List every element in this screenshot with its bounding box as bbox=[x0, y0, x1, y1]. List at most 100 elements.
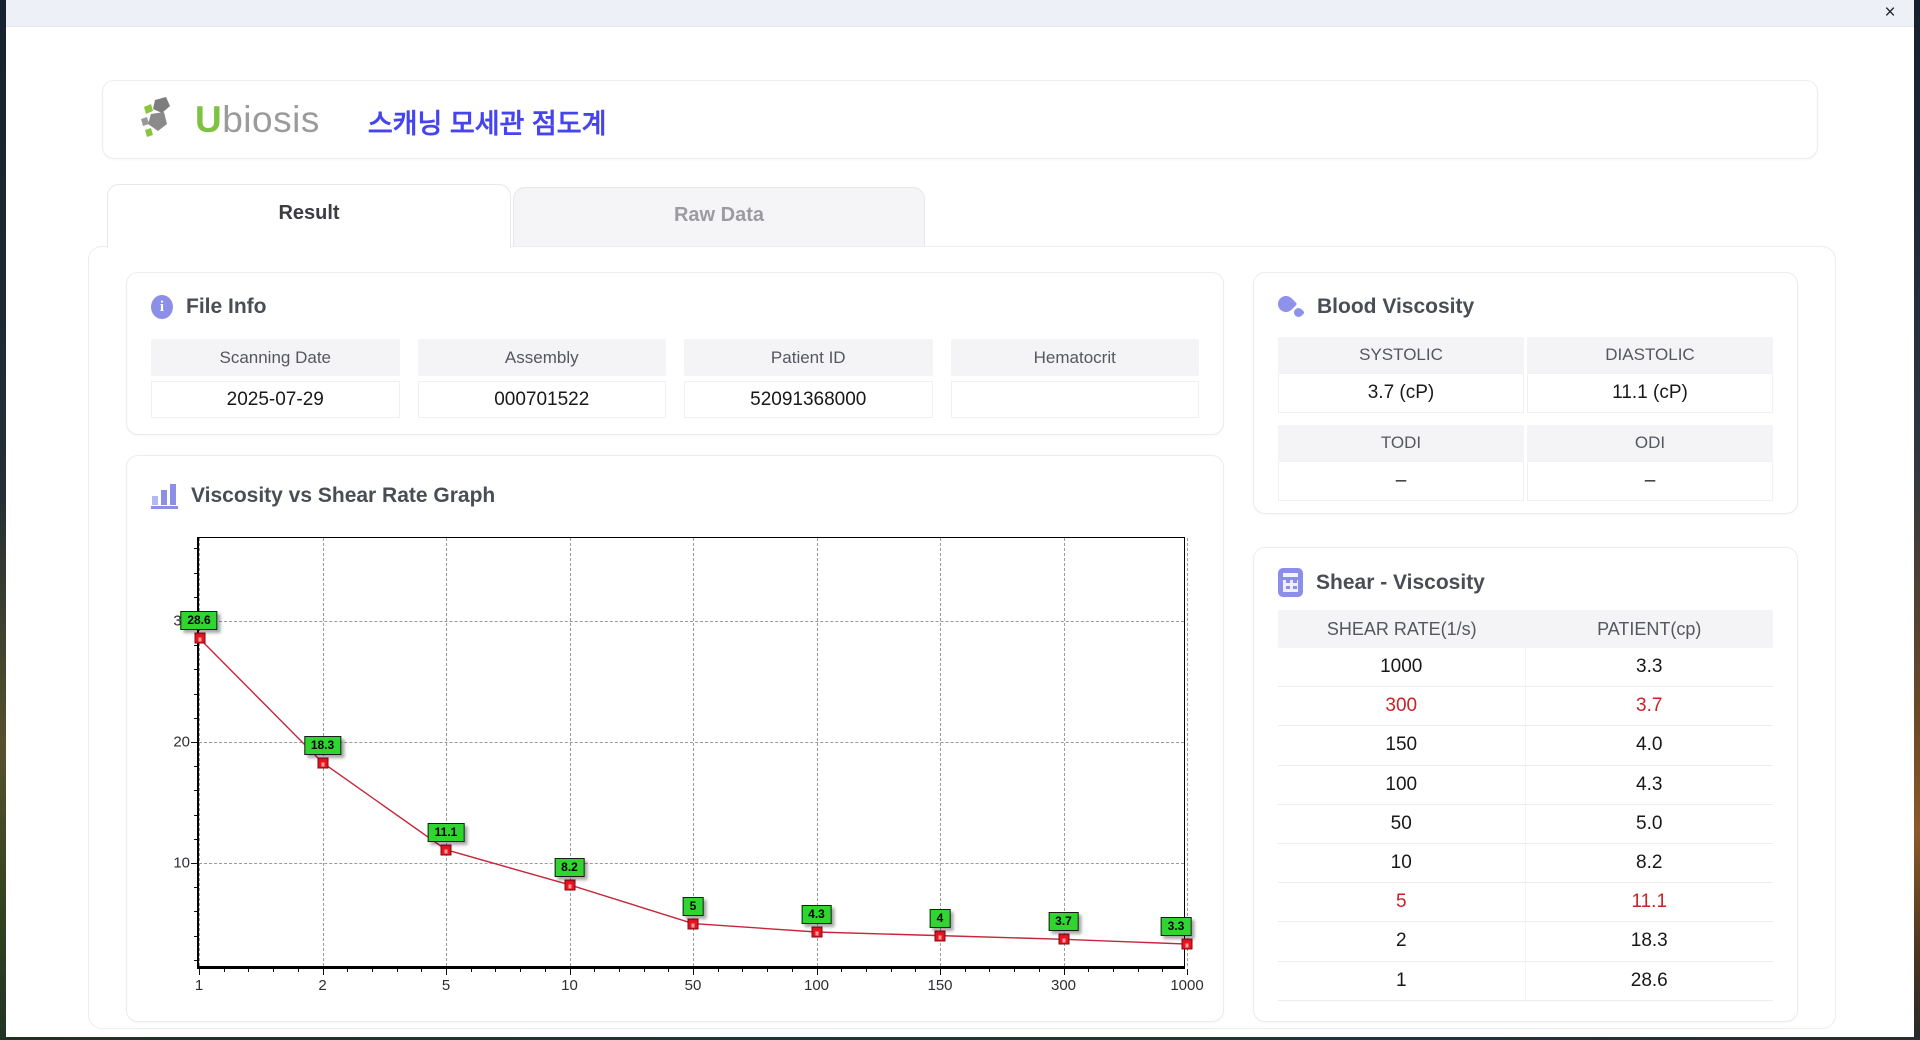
table-row: 1000 3.3 bbox=[1278, 648, 1773, 688]
data-point-marker bbox=[564, 879, 575, 891]
table-row: 100 4.3 bbox=[1278, 765, 1773, 805]
data-point-label: 18.3 bbox=[303, 735, 342, 755]
systolic-label: SYSTOLIC bbox=[1278, 337, 1524, 373]
data-point-marker bbox=[1181, 938, 1193, 950]
y-tick-major bbox=[191, 863, 197, 865]
file-info-grid: Scanning Date Assembly Patient ID Hemato… bbox=[151, 339, 1199, 418]
data-point-marker bbox=[194, 632, 206, 644]
shear-rate-cell: 50 bbox=[1278, 804, 1526, 843]
graph-title: Viscosity vs Shear Rate Graph bbox=[191, 483, 496, 507]
data-point-label: 5 bbox=[682, 896, 704, 916]
table-row: 5 11.1 bbox=[1278, 883, 1773, 923]
window-edge-right bbox=[1914, 0, 1920, 1040]
patient-viscosity-cell: 11.1 bbox=[1631, 891, 1668, 913]
shear-rate-cell: 5 bbox=[1278, 883, 1526, 922]
diastolic-value: 11.1 (cP) bbox=[1527, 373, 1773, 413]
window-edge-left bbox=[0, 0, 6, 1040]
data-point-label: 8.2 bbox=[554, 857, 585, 877]
file-info-card: i File Info Scanning Date Assembly Patie… bbox=[126, 272, 1224, 435]
bar-chart-icon bbox=[151, 482, 178, 509]
field-label-patient-id: Patient ID bbox=[684, 339, 933, 376]
diastolic-label: DIASTOLIC bbox=[1527, 337, 1773, 373]
y-tick-minor bbox=[194, 548, 197, 550]
field-label-scanning-date: Scanning Date bbox=[151, 339, 400, 376]
calculator-icon bbox=[1278, 568, 1303, 597]
shear-table-header: SHEAR RATE(1/s) PATIENT(cp) bbox=[1278, 610, 1773, 648]
y-tick-minor bbox=[194, 887, 197, 889]
x-tick-label: 5 bbox=[441, 977, 451, 994]
blood-viscosity-card: Blood Viscosity SYSTOLIC DIASTOLIC 3.7 (… bbox=[1253, 272, 1798, 514]
x-tick-label: 150 bbox=[927, 977, 953, 994]
table-row: 50 5.0 bbox=[1278, 804, 1773, 844]
x-tick-label: 1 bbox=[194, 977, 204, 994]
data-point-label: 4.3 bbox=[801, 905, 832, 924]
field-value-patient-id: 52091368000 bbox=[684, 381, 933, 418]
x-tick-label: 100 bbox=[803, 977, 830, 994]
y-tick-minor bbox=[194, 790, 197, 792]
table-row: 2 18.3 bbox=[1278, 922, 1773, 962]
table-row: 150 4.0 bbox=[1278, 726, 1773, 766]
data-point-marker bbox=[934, 930, 946, 942]
field-label-hematocrit: Hematocrit bbox=[950, 339, 1199, 376]
shear-rate-cell: 300 bbox=[1278, 687, 1526, 726]
file-info-title: File Info bbox=[186, 295, 267, 318]
y-tick-minor bbox=[194, 572, 197, 574]
tab-raw-data[interactable]: Raw Data bbox=[513, 187, 925, 248]
y-tick-minor bbox=[194, 669, 197, 671]
patient-viscosity-cell: 28.6 bbox=[1630, 969, 1668, 991]
y-tick-label: 10 bbox=[173, 854, 190, 872]
page-title: 스캐닝 모세관 점도계 bbox=[367, 108, 607, 139]
x-tick-label: 10 bbox=[561, 977, 578, 994]
blood-viscosity-title: Blood Viscosity bbox=[1317, 295, 1475, 318]
tab-result[interactable]: Result bbox=[107, 184, 511, 248]
x-tick-label: 2 bbox=[318, 977, 327, 994]
patient-column-header: PATIENT(cp) bbox=[1597, 618, 1702, 639]
header-card: Ubiosis 스캐닝 모세관 점도계 bbox=[102, 80, 1818, 159]
y-tick-major bbox=[191, 742, 197, 744]
shear-rate-column-header: SHEAR RATE(1/s) bbox=[1326, 618, 1477, 639]
ubiosis-logo-icon bbox=[141, 96, 170, 137]
patient-viscosity-cell: 3.7 bbox=[1636, 695, 1663, 717]
shear-viscosity-card: Shear - Viscosity SHEAR RATE(1/s) PATIEN… bbox=[1253, 547, 1798, 1022]
data-point-marker bbox=[440, 844, 452, 856]
odi-value: – bbox=[1527, 461, 1773, 501]
x-tick-label: 300 bbox=[1050, 977, 1077, 994]
y-tick-minor bbox=[194, 645, 197, 647]
field-value-assembly: 000701522 bbox=[417, 381, 666, 418]
data-point-marker bbox=[811, 926, 822, 938]
viscosity-graph-card: Viscosity vs Shear Rate Graph 1 2 5 10 50 100… bbox=[126, 455, 1224, 1022]
table-row: 300 3.7 bbox=[1278, 687, 1773, 727]
table-row: 1 28.6 bbox=[1278, 961, 1773, 1001]
table-row: 10 8.2 bbox=[1278, 843, 1773, 884]
info-icon: i bbox=[151, 295, 173, 319]
patient-viscosity-cell: 4.0 bbox=[1636, 734, 1663, 756]
blood-viscosity-grid: SYSTOLIC DIASTOLIC 3.7 (cP) 11.1 (cP) TO… bbox=[1278, 337, 1773, 501]
field-value-hematocrit bbox=[950, 381, 1199, 418]
logo-text: Ubiosis bbox=[195, 98, 320, 140]
x-gridline bbox=[1187, 538, 1188, 966]
patient-viscosity-cell: 18.3 bbox=[1630, 930, 1668, 952]
shear-rate-cell: 2 bbox=[1278, 922, 1526, 961]
field-label-assembly: Assembly bbox=[417, 339, 666, 376]
x-tick-label: 1000 bbox=[1170, 977, 1204, 994]
patient-viscosity-cell: 4.3 bbox=[1636, 773, 1663, 795]
shear-rate-cell: 150 bbox=[1278, 726, 1526, 765]
app-window: { "window": { "close_label": "×" }, "hea… bbox=[0, 0, 1920, 1040]
close-icon[interactable]: × bbox=[1878, 1, 1902, 25]
data-point-marker bbox=[317, 757, 328, 769]
data-point-label: 28.6 bbox=[180, 610, 218, 630]
field-value-scanning-date: 2025-07-29 bbox=[151, 381, 400, 418]
y-tick-minor bbox=[194, 766, 197, 768]
x-tick-label: 50 bbox=[684, 977, 702, 994]
odi-label: ODI bbox=[1527, 425, 1773, 461]
droplets-icon bbox=[1274, 292, 1305, 321]
shear-viscosity-table: SHEAR RATE(1/s) PATIENT(cp) 1000 3.3 300 3.… bbox=[1278, 610, 1773, 1001]
y-tick-minor bbox=[194, 911, 197, 913]
data-point-marker bbox=[687, 918, 699, 930]
data-point-label: 3.7 bbox=[1048, 912, 1079, 932]
y-tick-minor bbox=[194, 959, 197, 961]
patient-viscosity-cell: 8.2 bbox=[1636, 852, 1663, 874]
shear-rate-cell: 1 bbox=[1278, 961, 1526, 1000]
titlebar: × bbox=[6, 0, 1914, 27]
y-tick-minor bbox=[194, 693, 197, 695]
